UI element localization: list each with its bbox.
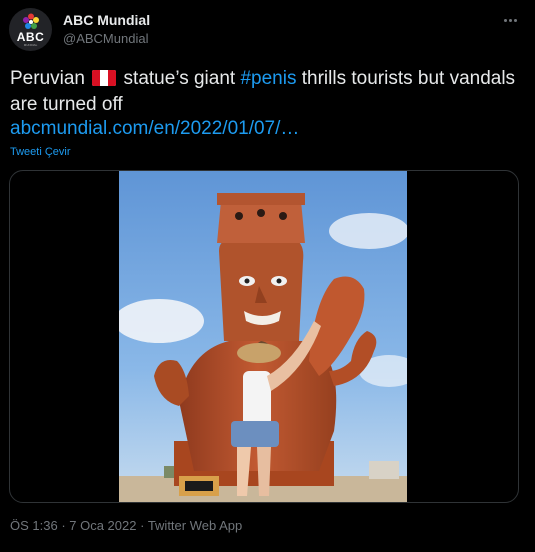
meta-separator: · xyxy=(136,518,148,533)
peru-flag-icon xyxy=(92,70,117,86)
tweet-date[interactable]: 7 Oca 2022 xyxy=(69,518,136,533)
tweet-meta: ÖS 1:36 · 7 Oca 2022 · Twitter Web App xyxy=(10,518,242,533)
tweet-source[interactable]: Twitter Web App xyxy=(148,518,242,533)
tweet-media[interactable] xyxy=(9,170,519,503)
article-link[interactable]: abcmundial.com/en/2022/01/07/… xyxy=(10,118,299,140)
user-handle[interactable]: @ABCMundial xyxy=(63,31,148,46)
statue-photo[interactable] xyxy=(119,171,407,502)
meta-separator: · xyxy=(57,518,70,533)
translate-tweet-link[interactable]: Tweeti Çevir xyxy=(10,146,71,158)
avatar[interactable]: ABC MUNDIAL xyxy=(9,8,52,51)
hashtag-link[interactable]: #penis xyxy=(240,68,296,89)
tweet-text-part1: Peruvian xyxy=(10,68,85,89)
abc-logo-icon xyxy=(23,13,39,29)
tweet-text-part2: statue’s giant xyxy=(118,68,241,89)
tweet-time[interactable]: ÖS 1:36 xyxy=(10,518,58,533)
avatar-logo-subtext: MUNDIAL xyxy=(23,43,38,47)
display-name[interactable]: ABC Mundial xyxy=(63,12,150,28)
avatar-logo-text: ABC xyxy=(16,30,45,44)
more-options-icon[interactable] xyxy=(498,8,522,32)
tweet-text: Peruvian statue’s giant #penis thrills t… xyxy=(10,66,525,118)
tweet-header: ABC MUNDIAL ABC Mundial @ABCMundial xyxy=(0,0,535,60)
